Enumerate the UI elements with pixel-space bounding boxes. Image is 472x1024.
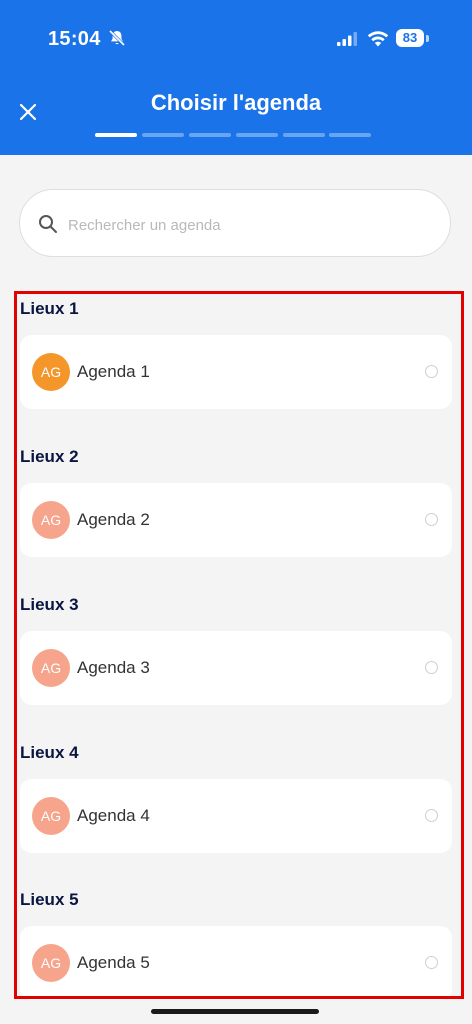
step-indicator-5: [283, 133, 325, 137]
step-progress: [95, 133, 371, 137]
agenda-item-3[interactable]: AG Agenda 3: [20, 631, 452, 705]
search-icon: [39, 215, 57, 233]
avatar: AG: [32, 501, 70, 539]
agenda-label: Agenda 5: [77, 953, 150, 972]
group-title-lieux-5: Lieux 5: [20, 890, 79, 909]
home-indicator: [151, 1009, 319, 1014]
radio-button[interactable]: [425, 513, 438, 526]
step-indicator-6: [329, 133, 371, 137]
agenda-label: Agenda 1: [77, 362, 150, 381]
search-bar[interactable]: [19, 189, 451, 257]
agenda-item-5[interactable]: AG Agenda 5: [20, 926, 452, 1000]
page-title: Choisir l'agenda: [150, 90, 322, 115]
avatar: AG: [32, 649, 70, 687]
agenda-item-1[interactable]: AG Agenda 1: [20, 335, 452, 409]
group-title-lieux-2: Lieux 2: [20, 447, 79, 466]
status-bar: 15:04 83: [0, 0, 472, 70]
cellular-signal-icon: [337, 32, 357, 46]
step-indicator-1: [95, 133, 137, 137]
wifi-icon: [367, 31, 389, 47]
radio-button[interactable]: [425, 365, 438, 378]
radio-button[interactable]: [425, 956, 438, 969]
step-indicator-3: [189, 133, 231, 137]
radio-button[interactable]: [425, 661, 438, 674]
step-indicator-2: [142, 133, 184, 137]
header: 15:04 83 Choisir l'agenda: [0, 0, 472, 155]
avatar: AG: [32, 944, 70, 982]
radio-button[interactable]: [425, 809, 438, 822]
agenda-label: Agenda 4: [77, 806, 150, 825]
search-input[interactable]: [66, 208, 430, 242]
agenda-label: Agenda 3: [77, 658, 150, 677]
avatar: AG: [32, 797, 70, 835]
bell-muted-icon: [108, 29, 126, 47]
agenda-item-2[interactable]: AG Agenda 2: [20, 483, 452, 557]
agenda-item-4[interactable]: AG Agenda 4: [20, 779, 452, 853]
group-title-lieux-4: Lieux 4: [20, 743, 79, 762]
group-title-lieux-1: Lieux 1: [20, 299, 79, 318]
status-time: 15:04: [48, 28, 101, 50]
group-title-lieux-3: Lieux 3: [20, 595, 79, 614]
step-indicator-4: [236, 133, 278, 137]
battery-tip: [426, 35, 429, 42]
agenda-label: Agenda 2: [77, 510, 150, 529]
battery-indicator: 83: [396, 29, 424, 47]
avatar: AG: [32, 353, 70, 391]
